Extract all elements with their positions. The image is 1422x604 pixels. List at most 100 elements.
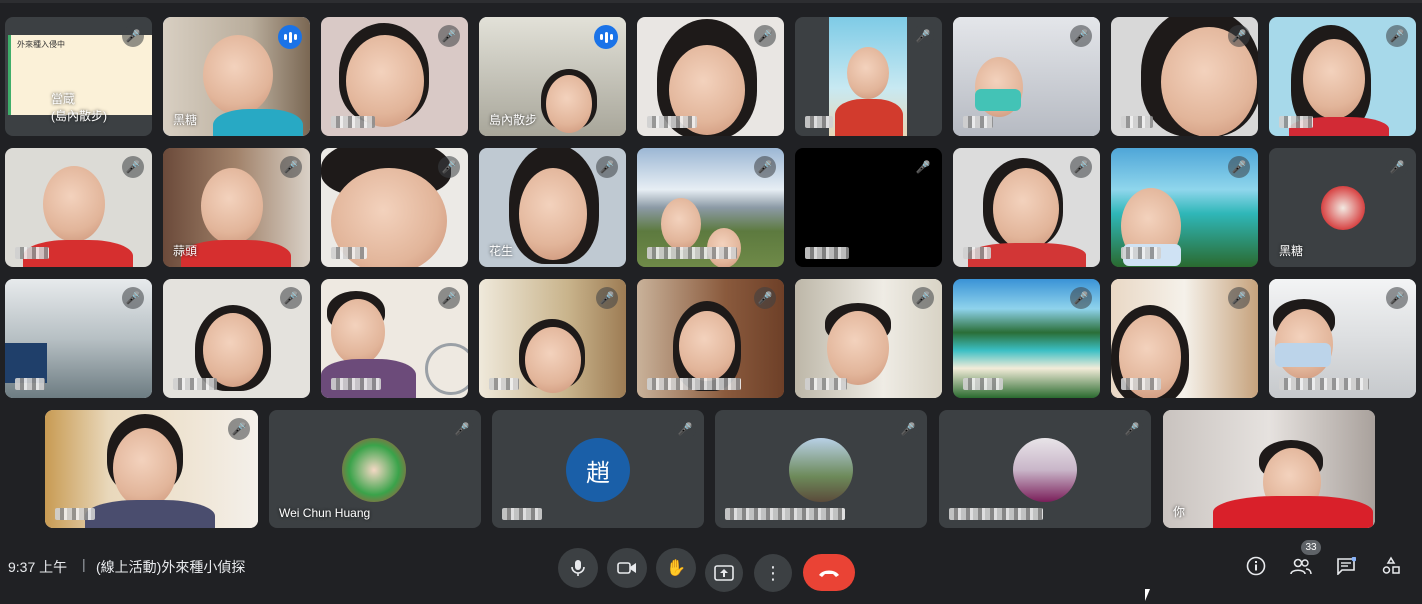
chat-icon [1337,557,1356,575]
participant-name-blurred [647,114,697,128]
mic-muted-icon: 🎤 [1070,156,1092,178]
raise-hand-button[interactable]: ✋ [656,548,696,588]
participant-tile[interactable]: 🎤 [5,279,152,398]
self-view-tile[interactable]: 你 [1163,410,1375,528]
mic-muted-icon: 🎤 [1070,25,1092,47]
participant-name-blurred [805,376,847,390]
info-icon [1246,556,1266,576]
participant-tile-avatar[interactable]: 趙 🎤 [492,410,704,528]
mic-muted-icon: 🎤 [280,156,302,178]
participant-shirt [835,99,903,136]
participant-tile[interactable]: 🎤 蒜頭 [163,148,310,267]
participant-name-blurred [15,376,45,390]
participant-name-blurred [963,376,1003,390]
mic-muted-icon: 🎤 [122,25,144,47]
people-icon [1290,558,1312,575]
participant-tile[interactable]: 🎤 [1111,148,1258,267]
participant-name-blurred [489,376,519,390]
participant-tile[interactable]: 島內散步 [479,17,626,136]
face-mask [1275,343,1331,367]
leave-call-button[interactable] [803,554,855,591]
mic-muted-icon: 🎤 [228,418,250,440]
participant-name: 島內散步 [489,113,538,127]
participant-name: 蒜頭 [173,244,198,258]
chat-button[interactable] [1333,553,1359,579]
participant-tile-camera-off[interactable]: 🎤 [795,148,942,267]
participant-name-blurred [647,245,737,259]
face-mask [975,89,1021,111]
participant-tile[interactable]: 🎤 [1111,17,1258,136]
present-button[interactable] [705,554,743,592]
participant-tile[interactable]: 🎤 [321,279,468,398]
participant-tile[interactable]: 🎤 [637,279,784,398]
participant-avatar [1013,438,1077,502]
participant-face [203,35,273,115]
activities-icon [1382,556,1400,574]
meeting-info-button[interactable] [1243,553,1269,579]
participant-tile[interactable]: 🎤 [637,17,784,136]
participant-tile[interactable]: 🎤 [1111,279,1258,398]
participant-avatar [342,438,406,502]
fan [425,343,468,395]
participant-tile-avatar[interactable]: 🎤 Wei Chun Huang [269,410,481,528]
camera-button[interactable] [607,548,647,588]
participant-tile[interactable]: 🎤 [163,279,310,398]
participant-face [331,299,385,365]
mic-muted-icon: 🎤 [754,287,776,309]
participant-tile[interactable]: 🎤 [45,410,258,528]
participant-tile[interactable]: 🎤 [1269,279,1416,398]
participant-name-blurred [331,114,375,128]
participant-tile[interactable]: 🎤 [5,148,152,267]
participant-name-blurred [1121,245,1161,259]
participant-tile[interactable]: 🎤 [795,17,942,136]
participant-name-blurred [725,506,845,520]
mic-muted-icon: 🎤 [122,287,144,309]
participant-tile-avatar[interactable]: 🎤 [939,410,1151,528]
participant-tile[interactable]: 🎤 [479,279,626,398]
participant-face [201,168,263,244]
participant-avatar-letter: 趙 [566,438,630,502]
mic-muted-icon: 🎤 [1228,287,1250,309]
mic-muted-icon: 🎤 [438,25,460,47]
raise-hand-icon: ✋ [666,560,686,577]
participant-face [519,168,587,260]
mic-muted-icon: 🎤 [438,156,460,178]
participant-tile[interactable]: 🎤 [953,17,1100,136]
participant-shirt [213,109,303,136]
speaking-indicator-icon [594,25,618,49]
more-options-button[interactable]: ⋮ [754,554,792,592]
camera-icon [617,562,636,574]
participant-tile[interactable]: 🎤 [637,148,784,267]
participant-tile[interactable]: 🎤 [795,279,942,398]
participant-name-blurred [15,245,49,259]
participant-tile[interactable]: 🎤 [321,17,468,136]
microphone-button[interactable] [558,548,598,588]
participant-tile[interactable]: 🎤 [321,148,468,267]
participant-tile[interactable]: 🎤 [953,148,1100,267]
top-edge [0,0,1422,3]
people-button[interactable] [1288,553,1314,579]
mic-muted-icon: 🎤 [1121,418,1143,440]
participant-avatar [789,438,853,502]
participant-name-blurred [949,506,1043,520]
participant-name-blurred [331,376,381,390]
participant-tile-avatar[interactable]: 🎤 黑糖 [1269,148,1416,267]
speaking-indicator-icon [278,25,302,49]
participant-tile-presentation[interactable]: 外來種入侵中 🎤 當蔵 (島內散步) [5,17,152,136]
participant-name-line1: 當蔵 [51,92,76,106]
participant-tile[interactable]: 🎤 花生 [479,148,626,267]
participant-name-blurred [963,245,991,259]
participant-name: 花生 [489,244,514,258]
participant-tile-active-speaker[interactable]: 黑糖 [163,17,310,136]
mic-muted-icon: 🎤 [1228,25,1250,47]
participant-name-blurred [331,245,367,259]
participant-name-blurred [173,376,217,390]
participant-face [679,311,735,381]
participant-tile[interactable]: 🎤 [953,279,1100,398]
participant-tile-avatar[interactable]: 🎤 [715,410,927,528]
mic-muted-icon: 🎤 [1070,287,1092,309]
participant-tile[interactable]: 🎤 [1269,17,1416,136]
mic-muted-icon: 🎤 [897,418,919,440]
activities-button[interactable] [1378,553,1404,579]
more-options-icon: ⋮ [764,563,782,583]
